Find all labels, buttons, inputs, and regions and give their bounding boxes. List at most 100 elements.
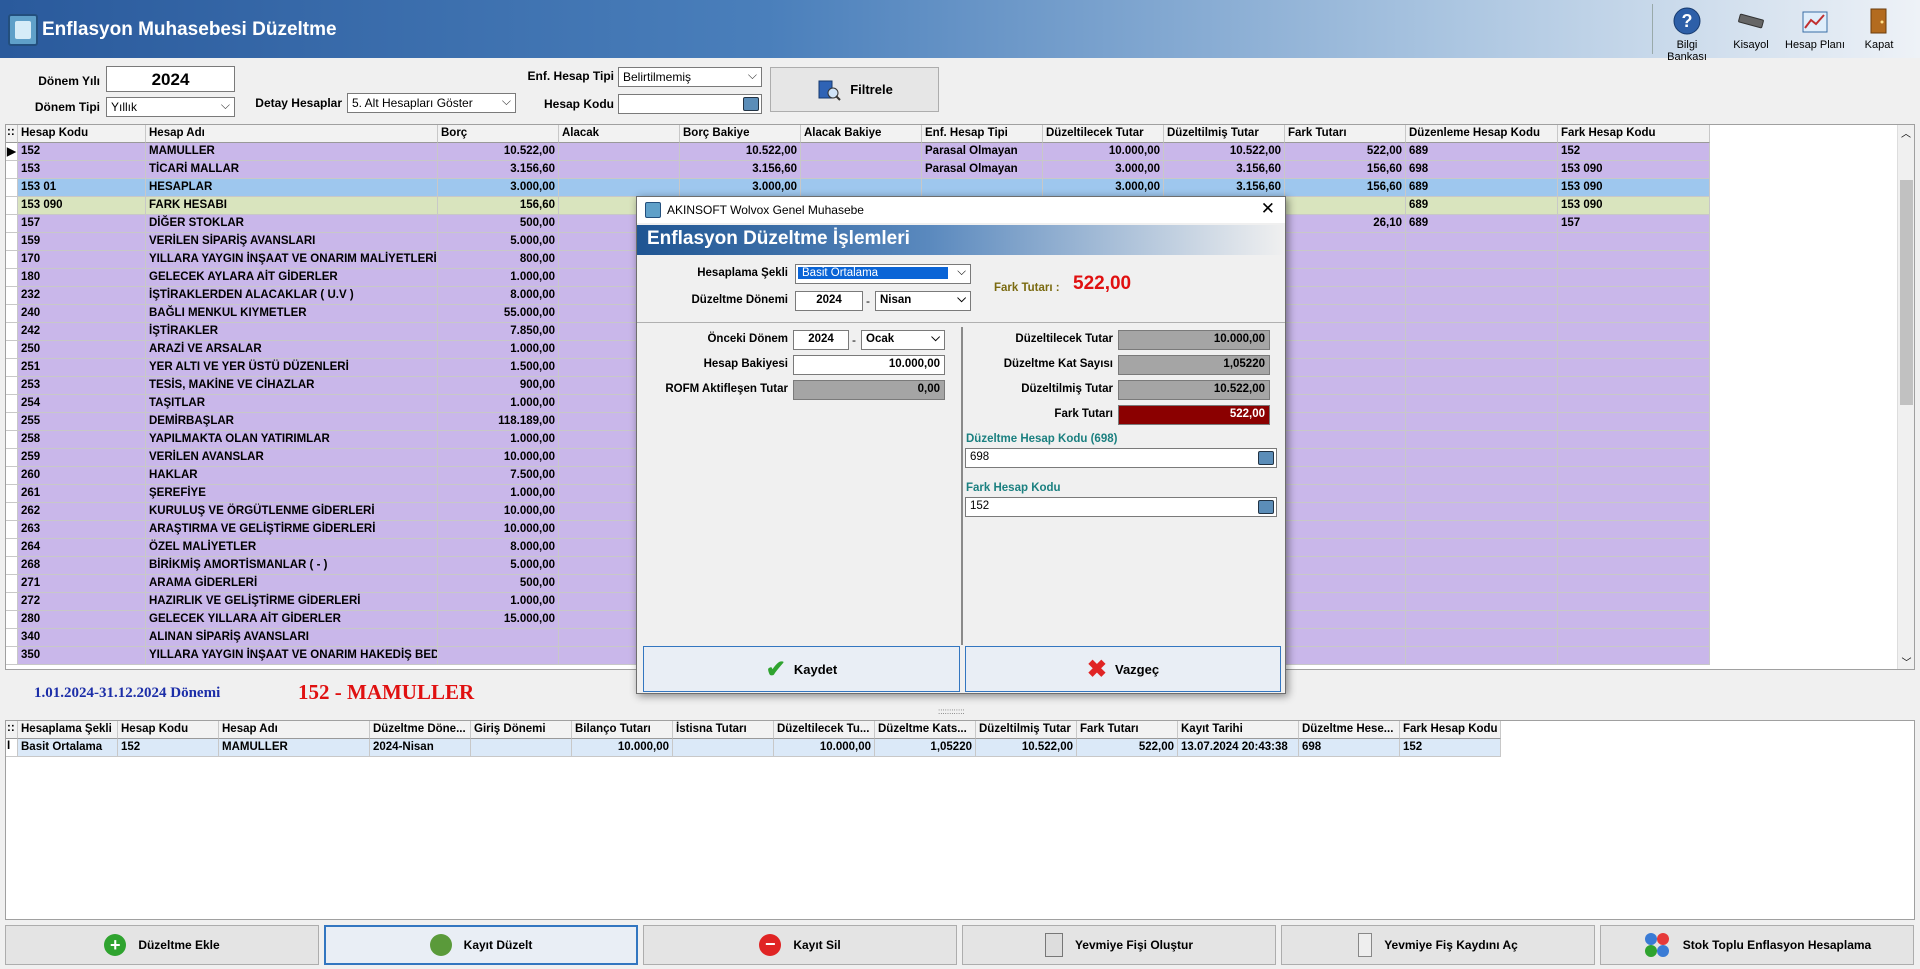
table-cell: 240 <box>18 305 146 323</box>
column-header[interactable]: Düzeltilecek Tutar <box>1043 125 1164 143</box>
table-cell <box>1406 539 1558 557</box>
kaydet-button[interactable]: ✔ Kaydet <box>643 646 960 692</box>
duzeltme-ekle-button[interactable]: + Düzeltme Ekle <box>5 925 319 965</box>
enf-hesap-tipi-select[interactable]: Belirtilmemiş <box>618 67 762 87</box>
table-cell: 156,60 <box>1285 161 1406 179</box>
column-header[interactable]: Alacak Bakiye <box>801 125 922 143</box>
column-header[interactable]: Fark Hesap Kodu <box>1558 125 1710 143</box>
table-cell: TİCARİ MALLAR <box>146 161 438 179</box>
row-indicator <box>6 269 18 287</box>
table-cell: 15.000,00 <box>438 611 559 629</box>
vertical-scrollbar[interactable]: ︿ ﹀ <box>1897 125 1914 669</box>
table-row[interactable]: ▶ 152 MAMULLER 10.522,00 10.522,00 Parasal Ol… <box>6 143 1710 161</box>
hesaplama-sekli-select[interactable]: Basit Ortalama ⌵ <box>795 264 971 284</box>
column-header[interactable]: Hesap Kodu <box>118 721 219 739</box>
table-cell <box>1406 467 1558 485</box>
column-header[interactable]: Enf. Hesap Tipi <box>922 125 1043 143</box>
table-cell: Parasal Olmayan <box>922 161 1043 179</box>
dialog-banner: Enflasyon Düzeltme İşlemleri <box>637 225 1285 255</box>
lookup-icon[interactable] <box>743 97 759 111</box>
table-cell: 156,60 <box>438 197 559 215</box>
grid-header-row[interactable]: :: Hesaplama Şekli Hesap Kodu Hesap Adı Düze… <box>6 721 1501 739</box>
row-indicator: ▶ <box>6 143 18 161</box>
table-cell <box>1285 359 1406 377</box>
column-header[interactable]: Hesap Adı <box>146 125 438 143</box>
close-icon[interactable]: ✕ <box>1261 199 1275 219</box>
table-cell: 3.000,00 <box>680 179 801 197</box>
table-cell: FARK HESABI <box>146 197 438 215</box>
yevmiye-fis-kaydini-ac-button[interactable]: Yevmiye Fiş Kaydını Aç <box>1281 925 1595 965</box>
column-header[interactable]: Borç Bakiye <box>680 125 801 143</box>
lookup-icon[interactable] <box>1258 451 1274 465</box>
table-cell: GELECEK AYLARA AİT GİDERLER <box>146 269 438 287</box>
duzeltme-yil-input[interactable]: 2024 <box>795 291 863 311</box>
onceki-yil-input[interactable]: 2024 <box>793 330 849 350</box>
column-header[interactable]: Giriş Dönemi <box>471 721 572 739</box>
column-header[interactable]: Kayıt Tarihi <box>1178 721 1299 739</box>
hesap-plani-button[interactable]: Hesap Planı <box>1784 4 1846 54</box>
table-cell: 10.522,00 <box>1164 143 1285 161</box>
table-cell: KURULUŞ VE ÖRGÜTLENME GİDERLERİ <box>146 503 438 521</box>
records-grid[interactable]: :: Hesaplama Şekli Hesap Kodu Hesap Adı Düze… <box>5 720 1915 920</box>
fark-hesap-kodu-input[interactable]: 152 <box>965 497 1277 517</box>
table-cell <box>1558 269 1710 287</box>
scroll-down-icon[interactable]: ﹀ <box>1898 654 1914 669</box>
column-header[interactable]: Düzeltme Döne... <box>370 721 471 739</box>
table-row[interactable]: I Basit Ortalama 152 MAMULLER 2024-Nisan 10.0… <box>6 739 1501 757</box>
column-header[interactable]: Fark Hesap Kodu <box>1400 721 1501 739</box>
yevmiye-fisi-olustur-button[interactable]: Yevmiye Fişi Oluştur <box>962 925 1276 965</box>
column-header[interactable]: Bilanço Tutarı <box>572 721 673 739</box>
column-header[interactable]: Hesap Kodu <box>18 125 146 143</box>
vazgec-button[interactable]: ✖ Vazgeç <box>965 646 1281 692</box>
hesaplama-sekli-value: Basit Ortalama <box>798 267 948 279</box>
table-cell: HAZIRLIK VE GELİŞTİRME GİDERLERİ <box>146 593 438 611</box>
bilgi-bankasi-button[interactable]: ? Bilgi Bankası <box>1656 4 1718 63</box>
table-cell <box>801 161 922 179</box>
kayit-duzelt-button[interactable]: Kayıt Düzelt <box>324 925 638 965</box>
kisayol-button[interactable]: Kisayol <box>1720 4 1782 54</box>
table-cell: Basit Ortalama <box>18 739 118 757</box>
table-cell: DEMİRBAŞLAR <box>146 413 438 431</box>
table-cell <box>1285 251 1406 269</box>
kayit-sil-button[interactable]: − Kayıt Sil <box>643 925 957 965</box>
column-header[interactable]: Düzeltilmiş Tutar <box>1164 125 1285 143</box>
table-row[interactable]: 153 TİCARİ MALLAR 3.156,60 3.156,60 Parasal … <box>6 161 1710 179</box>
row-indicator <box>6 467 18 485</box>
table-row[interactable]: 153 01 HESAPLAR 3.000,00 3.000,00 3.000,00 3.… <box>6 179 1710 197</box>
enf-hesap-tipi-value: Belirtilmemiş <box>623 70 692 84</box>
detay-hesaplar-select[interactable]: 5. Alt Hesapları Göster <box>347 93 516 113</box>
table-cell: 1.500,00 <box>438 359 559 377</box>
duzeltme-hesap-kodu-input[interactable]: 698 <box>965 448 1277 468</box>
hesap-bakiyesi-input[interactable]: 10.000,00 <box>793 355 945 375</box>
donem-tipi-value: Yıllık <box>111 100 138 114</box>
table-cell: MAMULLER <box>146 143 438 161</box>
lookup-icon[interactable] <box>1258 500 1274 514</box>
kapat-button[interactable]: Kapat <box>1848 4 1910 54</box>
column-header[interactable]: Alacak <box>559 125 680 143</box>
column-header[interactable]: İstisna Tutarı <box>673 721 774 739</box>
filtrele-button[interactable]: Filtrele <box>770 67 939 112</box>
donem-yili-label: Dönem Yılı <box>38 74 100 88</box>
splitter-handle[interactable]: :::::::::::: <box>938 707 965 716</box>
duzeltme-ay-select[interactable]: Nisan ⌵ <box>875 291 971 311</box>
column-header[interactable]: Fark Tutarı <box>1077 721 1178 739</box>
donem-tipi-select[interactable]: Yıllık <box>106 97 235 117</box>
donem-yili-input[interactable]: 2024 <box>106 66 235 92</box>
column-header[interactable]: Düzeltilecek Tu... <box>774 721 875 739</box>
stok-toplu-enflasyon-button[interactable]: Stok Toplu Enflasyon Hesaplama <box>1600 925 1914 965</box>
onceki-ay-select[interactable]: Ocak ⌵ <box>861 330 945 350</box>
column-header[interactable]: Düzeltme Hese... <box>1299 721 1400 739</box>
scroll-thumb[interactable] <box>1900 180 1913 405</box>
hesap-kodu-input[interactable] <box>618 94 762 114</box>
scroll-up-icon[interactable]: ︿ <box>1898 125 1914 140</box>
grid-header-row[interactable]: :: Hesap Kodu Hesap Adı Borç Alacak Borç Baki… <box>6 125 1710 143</box>
column-header[interactable]: Borç <box>438 125 559 143</box>
table-cell: HESAPLAR <box>146 179 438 197</box>
column-header[interactable]: Düzeltilmiş Tutar <box>976 721 1077 739</box>
column-header[interactable]: Düzeltme Kats... <box>875 721 976 739</box>
column-header[interactable]: Hesap Adı <box>219 721 370 739</box>
table-cell <box>1285 467 1406 485</box>
column-header[interactable]: Düzenleme Hesap Kodu <box>1406 125 1558 143</box>
column-header[interactable]: Fark Tutarı <box>1285 125 1406 143</box>
column-header[interactable]: Hesaplama Şekli <box>18 721 118 739</box>
